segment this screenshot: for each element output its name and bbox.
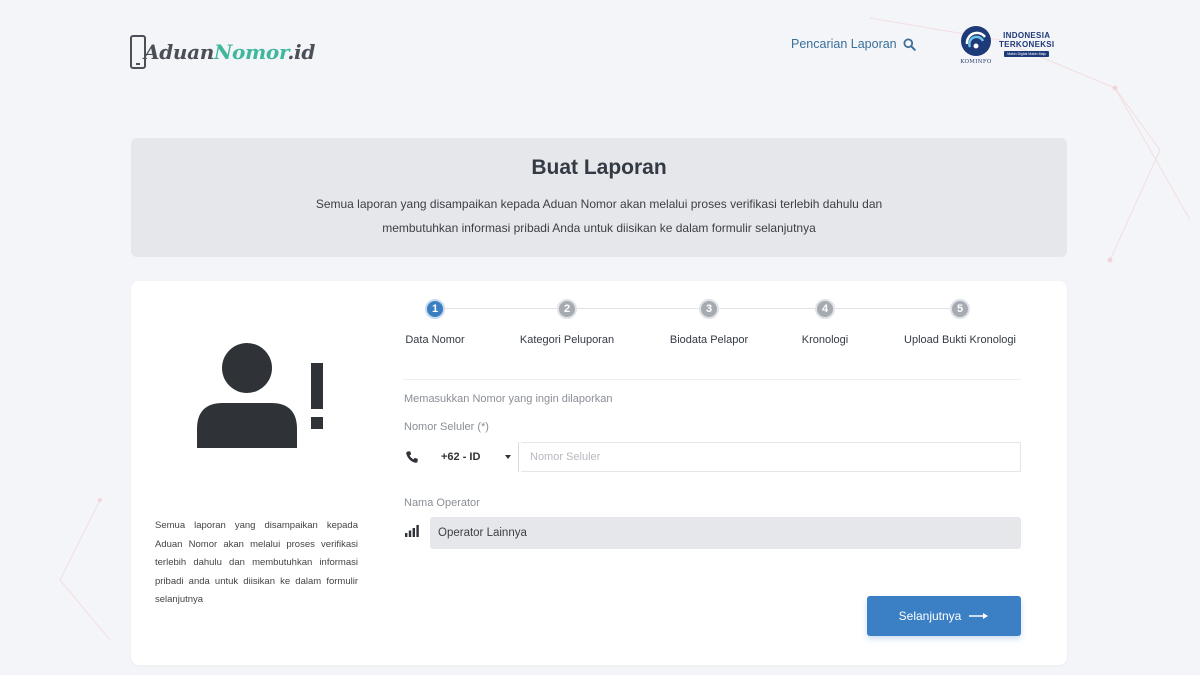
search-report-label: Pencarian Laporan [791,37,897,51]
page-title: Buat Laporan [531,156,667,179]
operator-label: Nama Operator [404,497,480,509]
user-alert-icon [197,343,323,448]
partner-line-1: INDONESIA [1003,31,1051,40]
step-number: 5 [950,299,970,319]
country-code-select[interactable]: +62 - ID [431,442,519,472]
logo-text-aduan: Aduan [144,40,215,64]
banner-description: Semua laporan yang disampaikan kepada Ad… [131,192,1067,240]
phone-label: Nomor Seluler (*) [404,421,489,433]
chevron-down-icon [505,455,511,459]
arrow-right-icon [969,613,989,619]
form-hint: Memasukkan Nomor yang ingin dilaporkan [404,393,613,405]
kominfo-emblem: KOMINFO [957,24,995,68]
step-label: Biodata Pelapor [669,334,749,346]
logo-text-domain: .id [287,40,316,64]
kominfo-label: KOMINFO [960,59,992,65]
form-divider [403,379,1021,380]
step-label: Data Nomor [405,334,465,346]
country-code-value: +62 - ID [441,451,481,463]
step-kategori-peluporan[interactable]: 2 Kategori Peluporan [497,299,637,346]
step-number: 1 [425,299,445,319]
report-banner: Buat Laporan Semua laporan yang disampai… [131,138,1067,257]
logo-text-nomor: Nomor [214,40,288,64]
site-logo[interactable]: AduanNomor.id [130,34,315,70]
left-panel-description: Semua laporan yang disampaikan kepada Ad… [155,520,358,605]
next-button-label: Selanjutnya [898,609,962,623]
site-header: AduanNomor.id Pencarian Laporan KOMINFO … [0,0,1200,90]
step-label: Kronologi [801,334,849,346]
logo-phone-icon [130,35,146,69]
search-icon [903,37,916,51]
step-kronologi[interactable]: 4 Kronologi [755,299,895,346]
banner-description-line-1: Semua laporan yang disampaikan kepada Ad… [315,197,883,211]
next-button[interactable]: Selanjutnya [867,596,1021,636]
partner-line-2: TERKONEKSI [999,40,1055,49]
step-data-nomor[interactable]: 1 Data Nomor [365,299,505,346]
step-upload-bukti-kronologi[interactable]: 5 Upload Bukti Kronologi [890,299,1030,346]
partner-tagline: Makin Digital Makin Maju [1004,51,1050,57]
phone-icon [406,451,418,463]
operator-field[interactable]: Operator Lainnya [430,517,1021,549]
step-label: Kategori Peluporan [519,334,615,346]
operator-value: Operator Lainnya [438,527,527,539]
step-number: 2 [557,299,577,319]
report-form-card: Semua laporan yang disampaikan kepada Ad… [131,281,1067,665]
banner-description-line-2: membutuhkan informasi pribadi Anda untuk… [382,221,816,235]
signal-icon [405,525,419,537]
step-number: 4 [815,299,835,319]
search-report-link[interactable]: Pencarian Laporan [791,37,916,51]
kominfo-indonesia-terkoneksi-logo: KOMINFO INDONESIA TERKONEKSI Makin Digit… [957,24,1054,68]
phone-number-input[interactable] [521,442,1021,472]
step-number: 3 [699,299,719,319]
kominfo-emblem-icon [961,26,991,56]
step-label: Upload Bukti Kronologi [904,334,1016,346]
